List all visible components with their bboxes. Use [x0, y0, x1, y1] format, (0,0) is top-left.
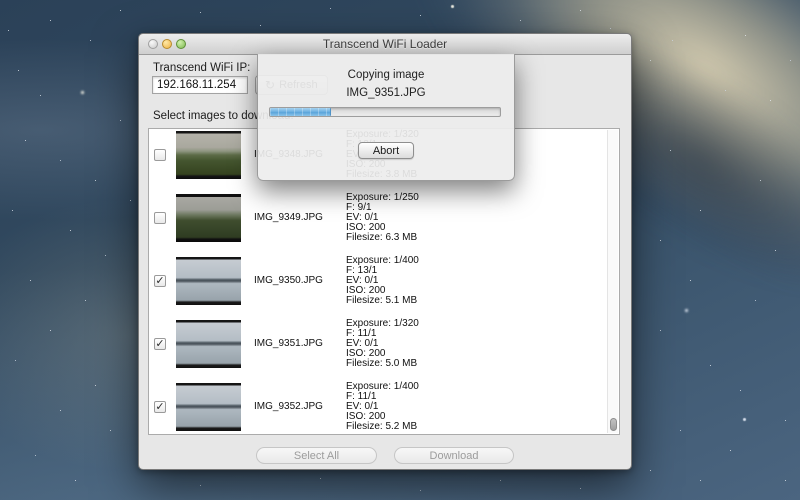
- exif-line: Exposure: 1/320: [346, 319, 419, 329]
- exif-line: EV: 0/1: [346, 339, 419, 349]
- image-filename: IMG_9352.JPG: [254, 401, 332, 412]
- scrollbar-thumb[interactable]: [610, 418, 617, 431]
- image-checkbox[interactable]: ✓: [154, 401, 166, 413]
- exif-info: Exposure: 1/400F: 11/1EV: 0/1ISO: 200Fil…: [346, 382, 419, 432]
- exif-line: ISO: 200: [346, 286, 419, 296]
- exif-line: F: 11/1: [346, 392, 419, 402]
- exif-line: EV: 0/1: [346, 276, 419, 286]
- exif-line: Exposure: 1/400: [346, 382, 419, 392]
- abort-button[interactable]: Abort: [358, 142, 414, 159]
- exif-line: Filesize: 5.0 MB: [346, 359, 419, 369]
- ip-label: Transcend WiFi IP:: [153, 62, 250, 74]
- image-list-row: ✓ IMG_9352.JPG Exposure: 1/400F: 11/1EV:…: [149, 375, 619, 435]
- progress-bar: [269, 107, 501, 117]
- exif-line: F: 9/1: [346, 203, 419, 213]
- app-window: Transcend WiFi Loader Transcend WiFi IP:…: [138, 33, 632, 470]
- window-titlebar[interactable]: Transcend WiFi Loader: [139, 34, 631, 55]
- exif-line: F: 11/1: [346, 329, 419, 339]
- desktop-wallpaper: Transcend WiFi Loader Transcend WiFi IP:…: [0, 0, 800, 500]
- exif-line: ISO: 200: [346, 412, 419, 422]
- copy-progress-dialog: Copying image IMG_9351.JPG Abort: [257, 54, 515, 181]
- exif-line: Exposure: 1/250: [346, 193, 419, 203]
- exif-line: Exposure: 1/400: [346, 256, 419, 266]
- image-thumbnail: [176, 320, 241, 368]
- download-button[interactable]: Download: [394, 447, 514, 464]
- exif-line: EV: 0/1: [346, 402, 419, 412]
- exif-line: Filesize: 5.1 MB: [346, 296, 419, 306]
- image-filename: IMG_9351.JPG: [254, 338, 332, 349]
- exif-line: ISO: 200: [346, 223, 419, 233]
- dialog-filename: IMG_9351.JPG: [258, 87, 514, 99]
- progress-fill: [270, 108, 331, 116]
- image-filename: IMG_9349.JPG: [254, 212, 332, 223]
- image-checkbox[interactable]: [154, 149, 166, 161]
- image-thumbnail: [176, 131, 241, 179]
- exif-line: EV: 0/1: [346, 213, 419, 223]
- image-checkbox[interactable]: ✓: [154, 338, 166, 350]
- window-title: Transcend WiFi Loader: [139, 37, 631, 51]
- image-list-row: ✓ IMG_9351.JPG Exposure: 1/320F: 11/1EV:…: [149, 312, 619, 375]
- image-list-row: IMG_9349.JPG Exposure: 1/250F: 9/1EV: 0/…: [149, 186, 619, 249]
- exif-line: ISO: 200: [346, 349, 419, 359]
- exif-info: Exposure: 1/320F: 11/1EV: 0/1ISO: 200Fil…: [346, 319, 419, 369]
- select-all-button[interactable]: Select All: [256, 447, 377, 464]
- image-filename: IMG_9350.JPG: [254, 275, 332, 286]
- exif-line: Filesize: 6.3 MB: [346, 233, 419, 243]
- exif-info: Exposure: 1/250F: 9/1EV: 0/1ISO: 200File…: [346, 193, 419, 243]
- exif-line: F: 13/1: [346, 266, 419, 276]
- bottom-button-row: Select All Download: [139, 447, 631, 464]
- image-thumbnail: [176, 383, 241, 431]
- ip-input[interactable]: [152, 76, 248, 94]
- image-thumbnail: [176, 194, 241, 242]
- bright-stars: [0, 0, 1, 1]
- scrollbar-track[interactable]: [607, 130, 618, 433]
- image-checkbox[interactable]: ✓: [154, 275, 166, 287]
- image-thumbnail: [176, 257, 241, 305]
- exif-line: Filesize: 5.2 MB: [346, 422, 419, 432]
- dialog-title: Copying image: [258, 69, 514, 81]
- exif-info: Exposure: 1/400F: 13/1EV: 0/1ISO: 200Fil…: [346, 256, 419, 306]
- image-checkbox[interactable]: [154, 212, 166, 224]
- image-list-row: ✓ IMG_9350.JPG Exposure: 1/400F: 13/1EV:…: [149, 249, 619, 312]
